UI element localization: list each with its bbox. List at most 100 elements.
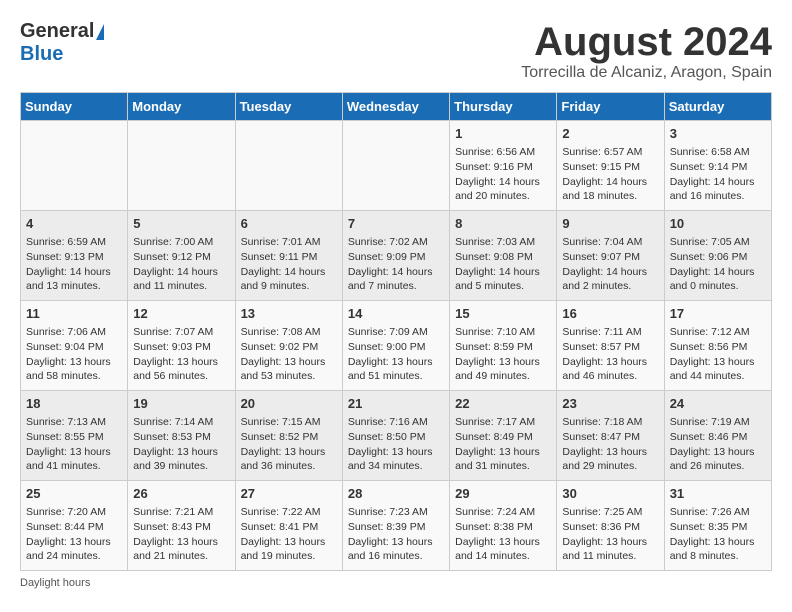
day-number-19: 19 [133, 395, 229, 413]
day-info-31: Sunrise: 7:26 AM Sunset: 8:35 PM Dayligh… [670, 505, 766, 564]
day-header-saturday: Saturday [664, 93, 771, 121]
day-cell-24: 24Sunrise: 7:19 AM Sunset: 8:46 PM Dayli… [664, 391, 771, 481]
day-number-30: 30 [562, 485, 658, 503]
week-row-1: 1 Sunrise: 6:56 AM Sunset: 9:16 PM Daylig… [21, 121, 772, 211]
day-number-25: 25 [26, 485, 122, 503]
location-subtitle: Torrecilla de Alcaniz, Aragon, Spain [521, 64, 772, 82]
day-number-29: 29 [455, 485, 551, 503]
day-header-thursday: Thursday [450, 93, 557, 121]
day-info-26: Sunrise: 7:21 AM Sunset: 8:43 PM Dayligh… [133, 505, 229, 564]
calendar-table: SundayMondayTuesdayWednesdayThursdayFrid… [20, 92, 772, 571]
daylight-label: Daylight hours [20, 577, 90, 589]
day-header-monday: Monday [128, 93, 235, 121]
day-info-5: Sunrise: 7:00 AM Sunset: 9:12 PM Dayligh… [133, 235, 229, 294]
day-number-8: 8 [455, 215, 551, 233]
day-info-2: Sunrise: 6:57 AM Sunset: 9:15 PM Dayligh… [562, 145, 658, 204]
day-cell-3: 3 Sunrise: 6:58 AM Sunset: 9:14 PM Daylig… [664, 121, 771, 211]
day-info-7: Sunrise: 7:02 AM Sunset: 9:09 PM Dayligh… [348, 235, 444, 294]
day-info-18: Sunrise: 7:13 AM Sunset: 8:55 PM Dayligh… [26, 415, 122, 474]
day-cell-7: 7 Sunrise: 7:02 AM Sunset: 9:09 PM Daylig… [342, 211, 449, 301]
day-number-31: 31 [670, 485, 766, 503]
day-number-11: 11 [26, 305, 122, 323]
week-row-2: 4 Sunrise: 6:59 AM Sunset: 9:13 PM Daylig… [21, 211, 772, 301]
day-info-12: Sunrise: 7:07 AM Sunset: 9:03 PM Dayligh… [133, 325, 229, 384]
day-number-6: 6 [241, 215, 337, 233]
day-number-2: 2 [562, 125, 658, 143]
day-number-26: 26 [133, 485, 229, 503]
day-number-23: 23 [562, 395, 658, 413]
day-info-16: Sunrise: 7:11 AM Sunset: 8:57 PM Dayligh… [562, 325, 658, 384]
day-cell-2: 2 Sunrise: 6:57 AM Sunset: 9:15 PM Daylig… [557, 121, 664, 211]
title-area: August 2024 Torrecilla de Alcaniz, Arago… [521, 20, 772, 82]
day-info-1: Sunrise: 6:56 AM Sunset: 9:16 PM Dayligh… [455, 145, 551, 204]
day-info-19: Sunrise: 7:14 AM Sunset: 8:53 PM Dayligh… [133, 415, 229, 474]
day-info-3: Sunrise: 6:58 AM Sunset: 9:14 PM Dayligh… [670, 145, 766, 204]
day-info-30: Sunrise: 7:25 AM Sunset: 8:36 PM Dayligh… [562, 505, 658, 564]
day-cell-28: 28Sunrise: 7:23 AM Sunset: 8:39 PM Dayli… [342, 481, 449, 571]
day-cell-22: 22 Sunrise: 7:17 AM Sunset: 8:49 PM Dayli… [450, 391, 557, 481]
day-info-11: Sunrise: 7:06 AM Sunset: 9:04 PM Dayligh… [26, 325, 122, 384]
day-cell-13: 13 Sunrise: 7:08 AM Sunset: 9:02 PM Dayli… [235, 301, 342, 391]
day-header-wednesday: Wednesday [342, 93, 449, 121]
day-number-10: 10 [670, 215, 766, 233]
logo: General Blue [20, 20, 104, 66]
week-row-4: 18 Sunrise: 7:13 AM Sunset: 8:55 PM Dayli… [21, 391, 772, 481]
day-number-14: 14 [348, 305, 444, 323]
day-number-4: 4 [26, 215, 122, 233]
day-info-17: Sunrise: 7:12 AM Sunset: 8:56 PM Dayligh… [670, 325, 766, 384]
day-number-17: 17 [670, 305, 766, 323]
day-header-friday: Friday [557, 93, 664, 121]
day-cell-8: 8 Sunrise: 7:03 AM Sunset: 9:08 PM Daylig… [450, 211, 557, 301]
day-headers-row: SundayMondayTuesdayWednesdayThursdayFrid… [21, 93, 772, 121]
day-number-7: 7 [348, 215, 444, 233]
day-info-29: Sunrise: 7:24 AM Sunset: 8:38 PM Dayligh… [455, 505, 551, 564]
day-cell-27: 27Sunrise: 7:22 AM Sunset: 8:41 PM Dayli… [235, 481, 342, 571]
empty-cell [235, 121, 342, 211]
day-cell-10: 10Sunrise: 7:05 AM Sunset: 9:06 PM Dayli… [664, 211, 771, 301]
day-cell-20: 20Sunrise: 7:15 AM Sunset: 8:52 PM Dayli… [235, 391, 342, 481]
day-number-22: 22 [455, 395, 551, 413]
day-number-5: 5 [133, 215, 229, 233]
day-info-24: Sunrise: 7:19 AM Sunset: 8:46 PM Dayligh… [670, 415, 766, 474]
day-info-6: Sunrise: 7:01 AM Sunset: 9:11 PM Dayligh… [241, 235, 337, 294]
day-header-tuesday: Tuesday [235, 93, 342, 121]
day-number-18: 18 [26, 395, 122, 413]
week-row-3: 11 Sunrise: 7:06 AM Sunset: 9:04 PM Dayli… [21, 301, 772, 391]
day-number-12: 12 [133, 305, 229, 323]
day-cell-26: 26 Sunrise: 7:21 AM Sunset: 8:43 PM Dayli… [128, 481, 235, 571]
day-cell-16: 16 Sunrise: 7:11 AM Sunset: 8:57 PM Dayli… [557, 301, 664, 391]
day-cell-14: 14 Sunrise: 7:09 AM Sunset: 9:00 PM Dayli… [342, 301, 449, 391]
day-info-15: Sunrise: 7:10 AM Sunset: 8:59 PM Dayligh… [455, 325, 551, 384]
day-cell-1: 1 Sunrise: 6:56 AM Sunset: 9:16 PM Daylig… [450, 121, 557, 211]
day-number-13: 13 [241, 305, 337, 323]
day-info-23: Sunrise: 7:18 AM Sunset: 8:47 PM Dayligh… [562, 415, 658, 474]
day-info-13: Sunrise: 7:08 AM Sunset: 9:02 PM Dayligh… [241, 325, 337, 384]
empty-cell [128, 121, 235, 211]
day-info-27: Sunrise: 7:22 AM Sunset: 8:41 PM Dayligh… [241, 505, 337, 564]
month-year-title: August 2024 [521, 20, 772, 64]
day-number-16: 16 [562, 305, 658, 323]
day-cell-11: 11 Sunrise: 7:06 AM Sunset: 9:04 PM Dayli… [21, 301, 128, 391]
day-number-21: 21 [348, 395, 444, 413]
day-cell-17: 17 Sunrise: 7:12 AM Sunset: 8:56 PM Dayli… [664, 301, 771, 391]
day-info-4: Sunrise: 6:59 AM Sunset: 9:13 PM Dayligh… [26, 235, 122, 294]
day-info-21: Sunrise: 7:16 AM Sunset: 8:50 PM Dayligh… [348, 415, 444, 474]
day-number-1: 1 [455, 125, 551, 143]
day-cell-19: 19 Sunrise: 7:14 AM Sunset: 8:53 PM Dayli… [128, 391, 235, 481]
day-cell-18: 18 Sunrise: 7:13 AM Sunset: 8:55 PM Dayli… [21, 391, 128, 481]
calendar-header: SundayMondayTuesdayWednesdayThursdayFrid… [21, 93, 772, 121]
empty-cell [342, 121, 449, 211]
day-cell-5: 5 Sunrise: 7:00 AM Sunset: 9:12 PM Daylig… [128, 211, 235, 301]
day-cell-30: 30 Sunrise: 7:25 AM Sunset: 8:36 PM Dayli… [557, 481, 664, 571]
logo-blue-text: Blue [20, 43, 63, 66]
day-number-3: 3 [670, 125, 766, 143]
day-info-14: Sunrise: 7:09 AM Sunset: 9:00 PM Dayligh… [348, 325, 444, 384]
week-row-5: 25Sunrise: 7:20 AM Sunset: 8:44 PM Dayli… [21, 481, 772, 571]
day-cell-6: 6 Sunrise: 7:01 AM Sunset: 9:11 PM Daylig… [235, 211, 342, 301]
day-info-8: Sunrise: 7:03 AM Sunset: 9:08 PM Dayligh… [455, 235, 551, 294]
day-cell-15: 15Sunrise: 7:10 AM Sunset: 8:59 PM Dayli… [450, 301, 557, 391]
day-number-9: 9 [562, 215, 658, 233]
day-info-22: Sunrise: 7:17 AM Sunset: 8:49 PM Dayligh… [455, 415, 551, 474]
day-cell-21: 21 Sunrise: 7:16 AM Sunset: 8:50 PM Dayli… [342, 391, 449, 481]
day-header-sunday: Sunday [21, 93, 128, 121]
